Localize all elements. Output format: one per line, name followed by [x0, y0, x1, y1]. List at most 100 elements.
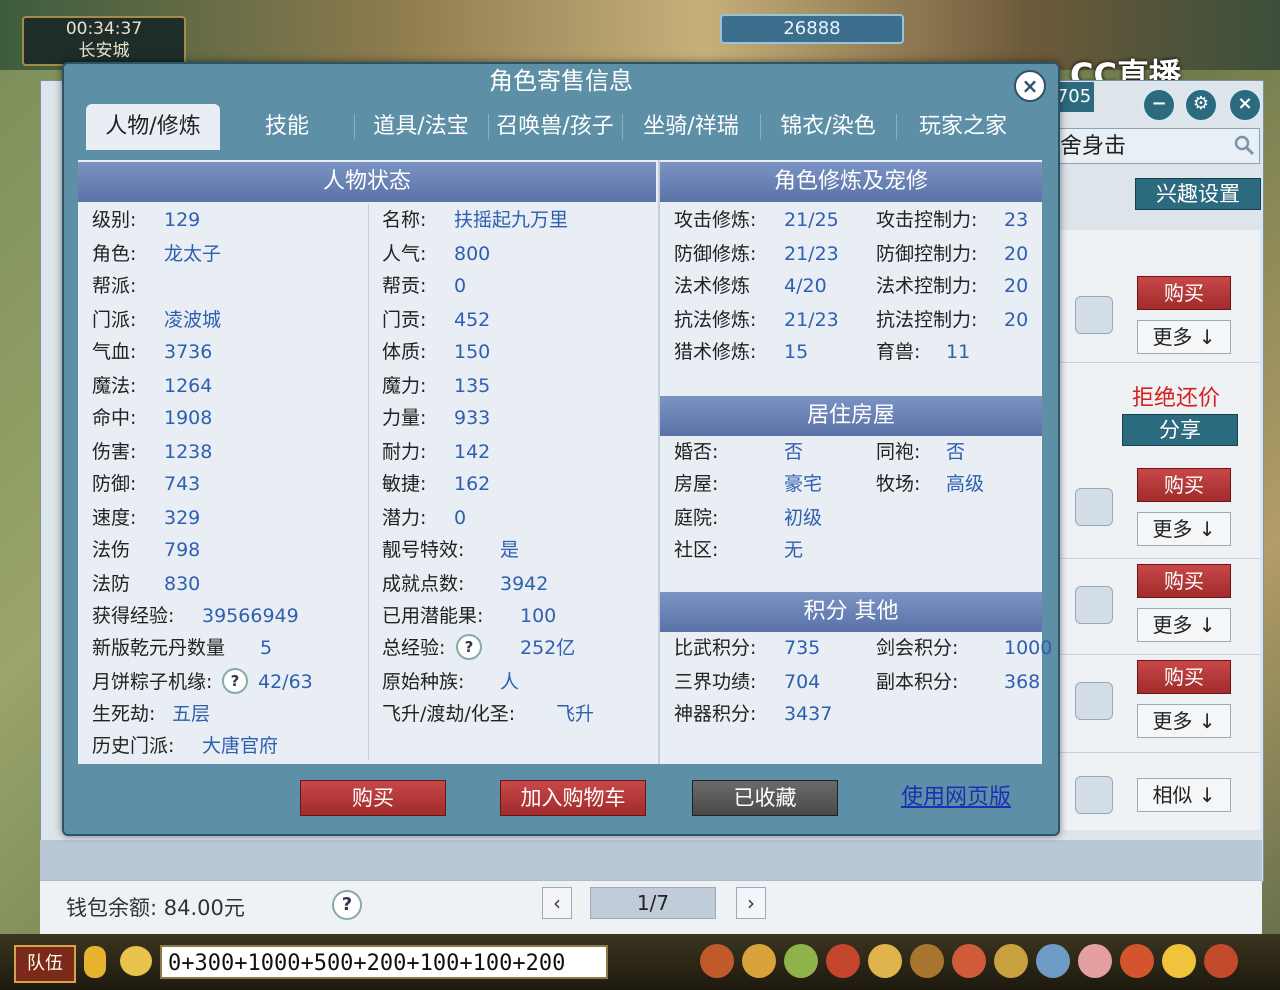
status-field: 魔力: 135: [382, 372, 490, 400]
bag-icon[interactable]: [742, 944, 776, 978]
status-field: 名称: 扶摇起九万里: [382, 206, 568, 234]
status-field: 伤害: 1238: [92, 438, 212, 466]
market-search-box[interactable]: 舍身击: [1055, 128, 1260, 164]
field-label: 门贡:: [382, 309, 427, 331]
search-icon[interactable]: [1233, 134, 1255, 156]
emote-icon[interactable]: [120, 946, 152, 976]
field-value: 21/25: [784, 209, 839, 231]
minimize-icon[interactable]: −: [1142, 88, 1176, 122]
field-value: 1908: [164, 407, 213, 429]
buy-button[interactable]: 购买: [1137, 564, 1231, 598]
field-value: 人: [500, 671, 520, 693]
microphone-icon[interactable]: [84, 946, 106, 978]
field-value: 329: [164, 507, 201, 529]
team-icon[interactable]: [868, 944, 902, 978]
share-button[interactable]: 分享: [1122, 414, 1238, 446]
pair-field-left: 比武积分: 735: [674, 634, 820, 662]
field-label: 防御:: [92, 473, 137, 495]
tab-pets[interactable]: 召唤兽/孩子: [488, 104, 622, 150]
field-label: 抗法控制力:: [876, 309, 978, 331]
buy-button[interactable]: 购买: [1137, 468, 1231, 502]
tab-skills[interactable]: 技能: [220, 104, 354, 150]
status-field: 人气: 800: [382, 240, 490, 268]
field-label: 比武积分:: [674, 637, 757, 659]
cart-icon[interactable]: [1075, 488, 1113, 526]
more-button[interactable]: 更多 ↓: [1137, 320, 1231, 354]
dialog-title: 角色寄售信息: [489, 67, 633, 95]
more-button[interactable]: 更多 ↓: [1137, 608, 1231, 642]
location-name: 长安城: [78, 41, 130, 61]
field-value: 933: [454, 407, 491, 429]
status-field: 法防 830: [92, 570, 200, 598]
game-time: 00:34:37: [65, 19, 143, 39]
quest-icon[interactable]: [826, 944, 860, 978]
pet-icon[interactable]: [784, 944, 818, 978]
team-button[interactable]: 队伍: [14, 945, 76, 983]
similar-button[interactable]: 相似 ↓: [1137, 778, 1231, 812]
status-field: 总经验: 252亿?: [382, 634, 575, 662]
cart-icon[interactable]: [1075, 586, 1113, 624]
tab-player-home[interactable]: 玩家之家: [896, 104, 1030, 150]
field-label: 伤害:: [92, 441, 137, 463]
pair-field-left: 神器积分: 3437: [674, 700, 832, 728]
field-label: 副本积分:: [876, 671, 959, 693]
field-label: 月饼粽子机缘:: [92, 671, 213, 693]
close-icon[interactable]: ×: [1014, 70, 1046, 102]
fan-icon[interactable]: [1036, 944, 1070, 978]
sword-icon[interactable]: [700, 944, 734, 978]
more-button[interactable]: 更多 ↓: [1137, 512, 1231, 546]
pair-field-right: 防御控制力: 20: [876, 240, 1028, 268]
pair-field-left: 攻击修炼: 21/25: [674, 206, 839, 234]
interest-settings-button[interactable]: 兴趣设置: [1135, 178, 1261, 210]
status-field: 帮贡: 0: [382, 272, 466, 300]
system-icon[interactable]: [1204, 944, 1238, 978]
cart-icon[interactable]: [1075, 296, 1113, 334]
field-value: 凌波城: [164, 309, 222, 331]
cart-icon[interactable]: [1075, 682, 1113, 720]
refuse-bargain-label: 拒绝还价: [1132, 386, 1221, 411]
field-value: 高级: [946, 473, 985, 495]
search-text: 舍身击: [1060, 134, 1127, 159]
field-value: 23: [1004, 209, 1029, 231]
bell-icon[interactable]: [994, 944, 1028, 978]
drum-icon[interactable]: [1120, 944, 1154, 978]
help-icon[interactable]: ?: [456, 634, 482, 660]
tab-mounts[interactable]: 坐骑/祥瑞: [622, 104, 760, 150]
add-to-cart-button[interactable]: 加入购物车: [500, 780, 646, 816]
field-value: 3437: [784, 703, 833, 725]
help-icon[interactable]: ?: [222, 668, 248, 694]
tab-items[interactable]: 道具/法宝: [354, 104, 488, 150]
close-window-icon[interactable]: ×: [1228, 88, 1262, 122]
field-label: 社区:: [674, 539, 719, 561]
tab-outfits[interactable]: 锦衣/染色: [760, 104, 896, 150]
help-icon[interactable]: ?: [332, 890, 362, 920]
field-value: 初级: [784, 507, 823, 529]
cart-icon[interactable]: [1075, 776, 1113, 814]
smiley-icon[interactable]: [1162, 944, 1196, 978]
guild-icon[interactable]: [910, 944, 944, 978]
chat-input[interactable]: 0+300+1000+500+200+100+100+200: [160, 945, 608, 979]
settings-gear-icon[interactable]: ⚙: [1184, 88, 1218, 122]
status-field: 生死劫: 五层: [92, 700, 210, 728]
web-version-link[interactable]: 使用网页版: [901, 785, 1011, 810]
skill-icon[interactable]: [952, 944, 986, 978]
field-label: 原始种族:: [382, 671, 465, 693]
pair-field-right: 法术控制力: 20: [876, 272, 1028, 300]
favorited-button[interactable]: 已收藏: [692, 780, 838, 816]
next-page-button[interactable]: ›: [736, 887, 766, 919]
buy-button[interactable]: 购买: [1137, 276, 1231, 310]
more-button[interactable]: 更多 ↓: [1137, 704, 1231, 738]
wallet-balance: 钱包余额: 84.00元: [66, 896, 245, 920]
field-label: 庭院:: [674, 507, 719, 529]
buy-button[interactable]: 购买: [1137, 660, 1231, 694]
field-value: 否: [946, 441, 966, 463]
field-label: 同袍:: [876, 441, 921, 463]
section-housing-header: 居住房屋: [660, 396, 1042, 436]
prev-page-button[interactable]: ‹: [542, 887, 572, 919]
tab-character[interactable]: 人物/修炼: [86, 104, 220, 150]
section-cultivation-header: 角色修炼及宠修: [660, 162, 1042, 202]
buy-button[interactable]: 购买: [300, 780, 446, 816]
field-value: 15: [784, 341, 809, 363]
peach-icon[interactable]: [1078, 944, 1112, 978]
field-label: 三界功绩:: [674, 671, 757, 693]
